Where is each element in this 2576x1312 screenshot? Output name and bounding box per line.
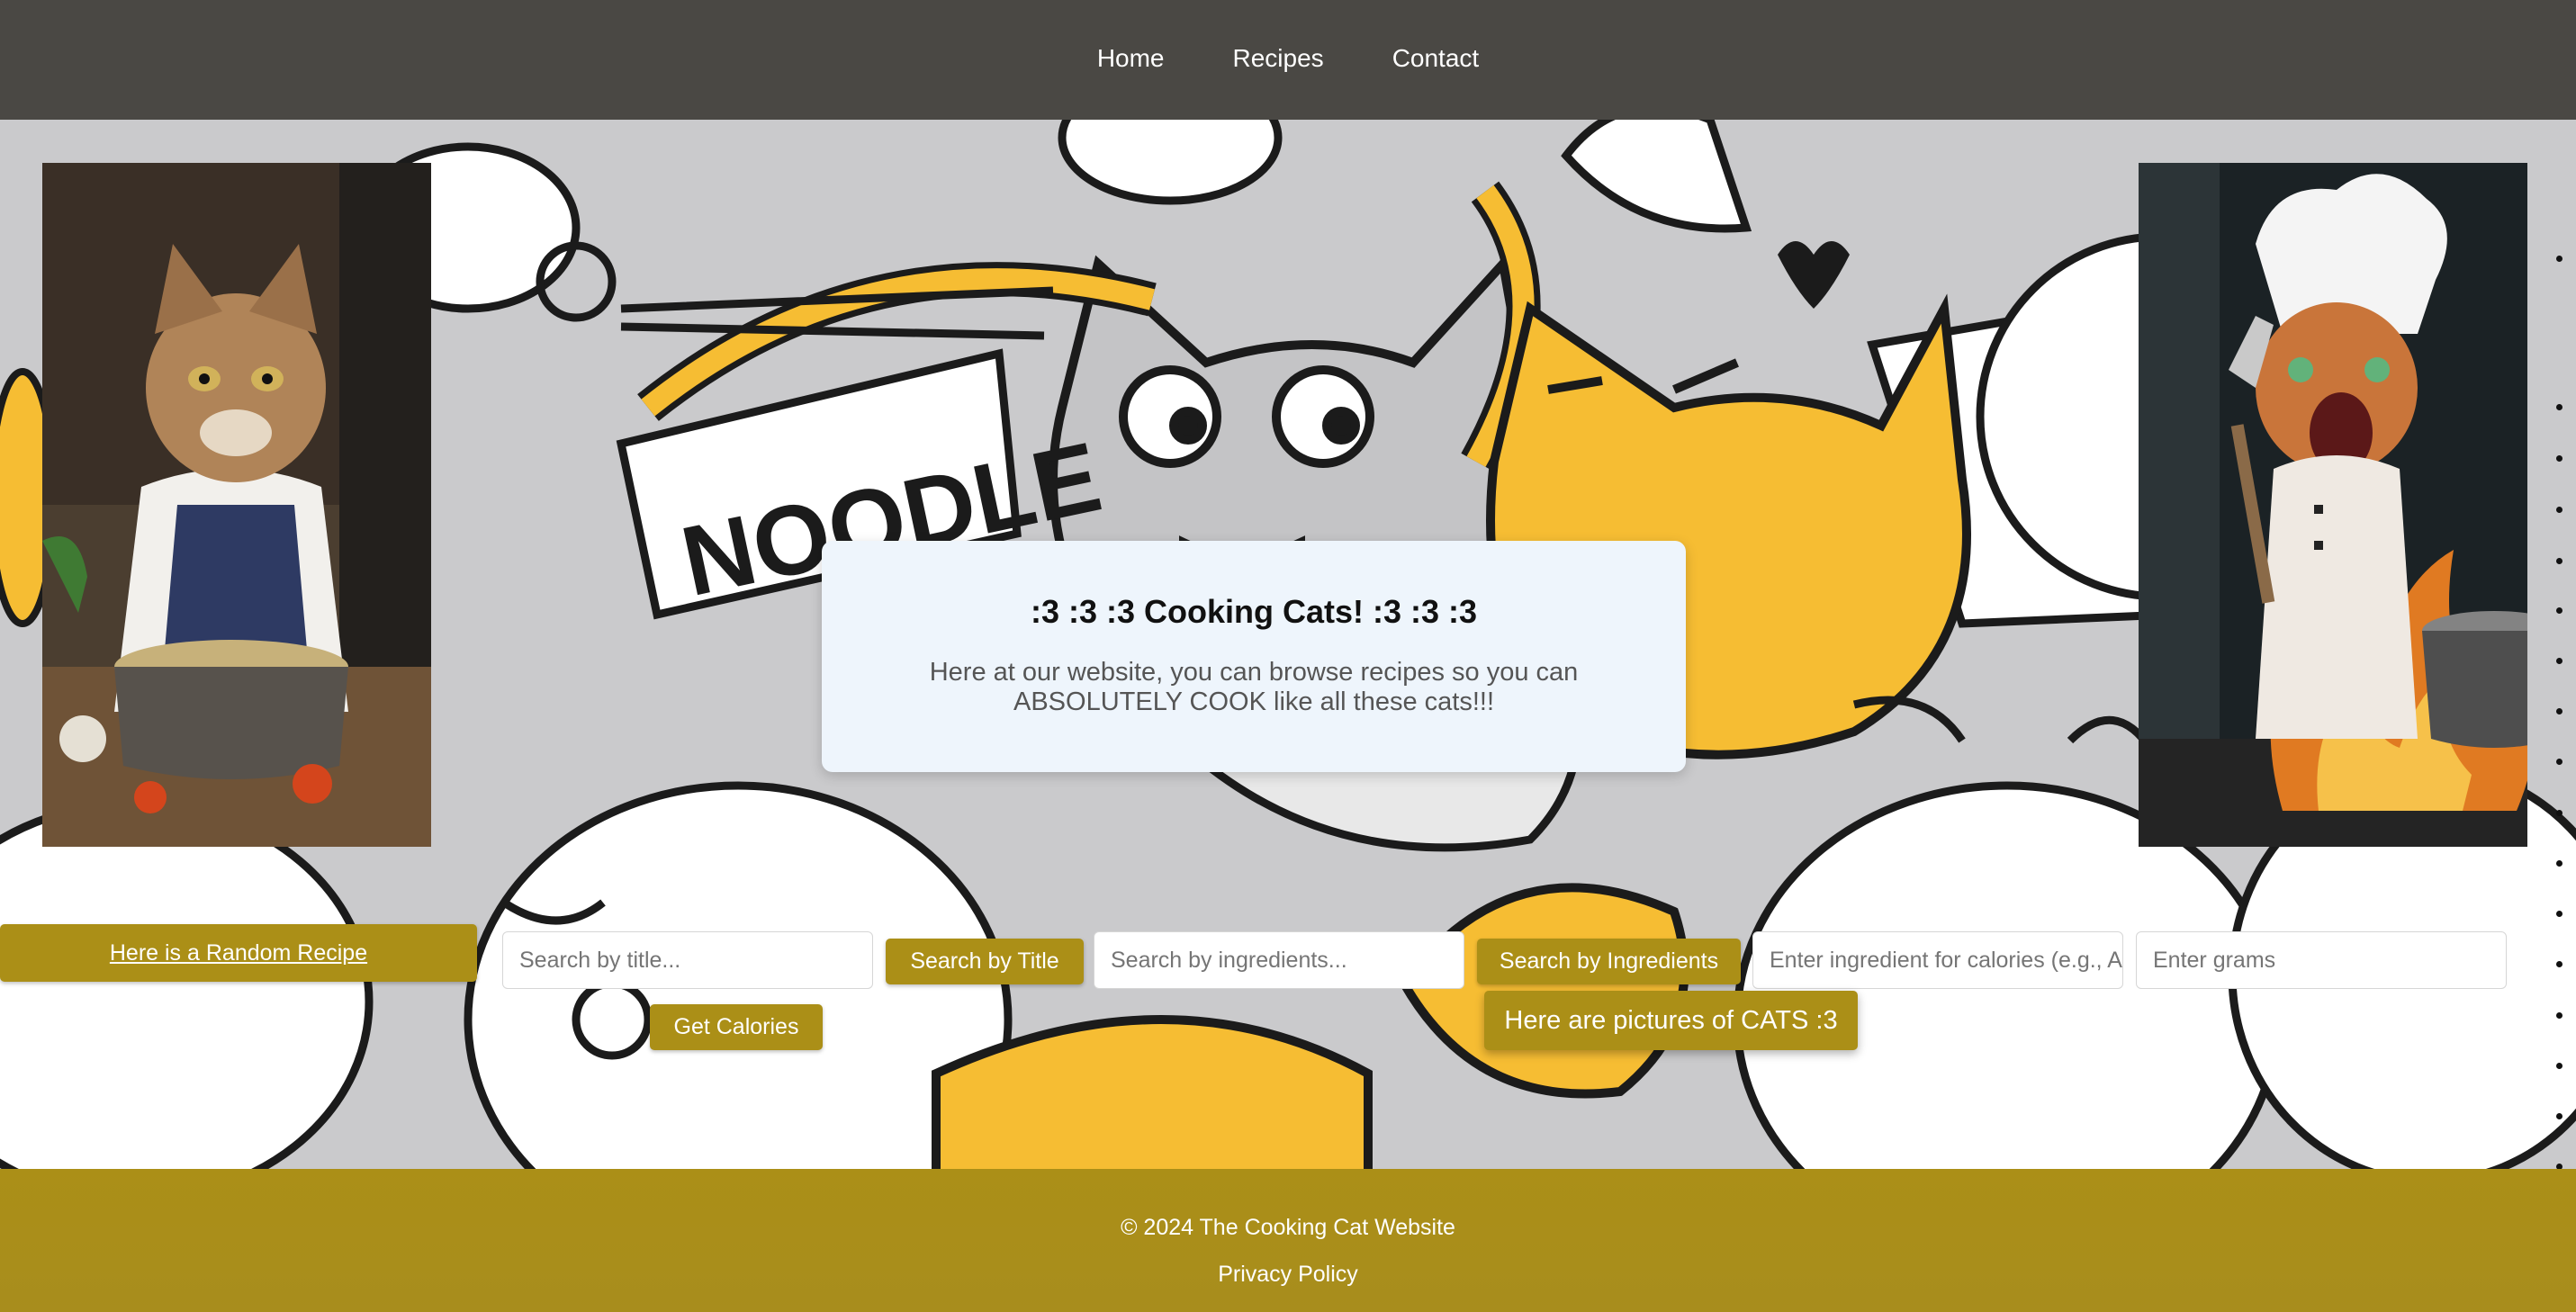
calorie-ingredient-input[interactable]: Enter ingredient for calories (e.g., App…: [1752, 931, 2123, 989]
list-bullets: [2556, 239, 2576, 1169]
privacy-policy-link[interactable]: Privacy Policy: [0, 1262, 2576, 1288]
nav-link-recipes[interactable]: Recipes: [1233, 44, 1324, 73]
random-recipe-button[interactable]: Here is a Random Recipe: [0, 924, 477, 982]
search-by-title-button[interactable]: Search by Title: [886, 939, 1084, 984]
footer-copyright: © 2024 The Cooking Cat Website: [1121, 1215, 1455, 1240]
search-title-input[interactable]: Search by title...: [502, 931, 873, 989]
page-description: Here at our website, you can browse reci…: [929, 658, 1579, 716]
chef-cat-image-right: [2139, 163, 2527, 847]
grams-input[interactable]: Enter grams: [2136, 931, 2507, 989]
chef-cat-image-left: [42, 163, 431, 847]
search-ingredients-input[interactable]: Search by ingredients...: [1094, 931, 1464, 989]
footer: © 2024 The Cooking Cat Website Privacy P…: [0, 1169, 2576, 1312]
nav-link-home[interactable]: Home: [1097, 44, 1165, 73]
nav-link-contact[interactable]: Contact: [1392, 44, 1480, 73]
get-calories-button[interactable]: Get Calories: [650, 1004, 823, 1050]
welcome-card: :3 :3 :3 Cooking Cats! :3 :3 :3 Here at …: [822, 541, 1686, 772]
page-title: :3 :3 :3 Cooking Cats! :3 :3 :3: [1030, 593, 1478, 630]
top-nav: Home Recipes Contact: [0, 0, 2576, 120]
cat-pictures-button[interactable]: Here are pictures of CATS :3: [1484, 991, 1858, 1050]
hero-section: NOODLE:3:3:3 Cooking Cats!:3:3:3 H…: [0, 120, 2576, 1169]
search-by-ingredients-button[interactable]: Search by Ingredients: [1477, 939, 1741, 984]
